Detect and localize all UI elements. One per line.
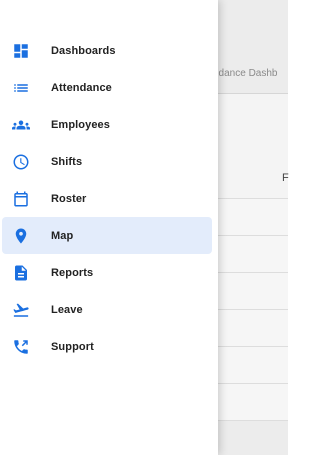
clock-icon [12,153,30,171]
table-row-divider [218,272,288,273]
table-row-divider [218,346,288,347]
nav-item-map[interactable]: Map [2,217,212,254]
table-row-divider [218,383,288,384]
nav-item-label: Attendance [51,81,112,94]
table-row-divider [218,198,288,199]
nav-item-label: Support [51,340,94,353]
nav-item-employees[interactable]: Employees [2,106,212,143]
nav-item-roster[interactable]: Roster [2,180,212,217]
table-row-divider [218,420,288,421]
nav-item-label: Reports [51,266,94,279]
nav-item-support[interactable]: Support [2,328,212,365]
navigation-drawer: Dashboards Attendance Employees Shifts R [0,0,218,455]
document-icon [12,264,30,282]
nav-item-label: Map [51,229,74,242]
list-icon [12,79,30,97]
phone-icon [12,338,30,356]
people-icon [12,116,30,134]
nav-item-attendance[interactable]: Attendance [2,69,212,106]
breadcrumb: ndance Dashb [213,68,278,79]
dashboard-icon [12,42,30,60]
nav-item-label: Shifts [51,155,83,168]
table-row-divider [218,235,288,236]
nav-item-dashboards[interactable]: Dashboards [2,32,212,69]
nav-item-label: Dashboards [51,44,116,57]
map-pin-icon [12,227,30,245]
table-row-divider [218,309,288,310]
calendar-icon [12,190,30,208]
nav-item-label: Roster [51,192,87,205]
nav-item-shifts[interactable]: Shifts [2,143,212,180]
nav-item-leave[interactable]: Leave [2,291,212,328]
nav-item-label: Employees [51,118,110,131]
nav-item-label: Leave [51,303,83,316]
nav-list: Dashboards Attendance Employees Shifts R [0,32,218,365]
nav-item-reports[interactable]: Reports [2,254,212,291]
table-column-header: F [282,172,289,184]
flight-takeoff-icon [12,301,30,319]
